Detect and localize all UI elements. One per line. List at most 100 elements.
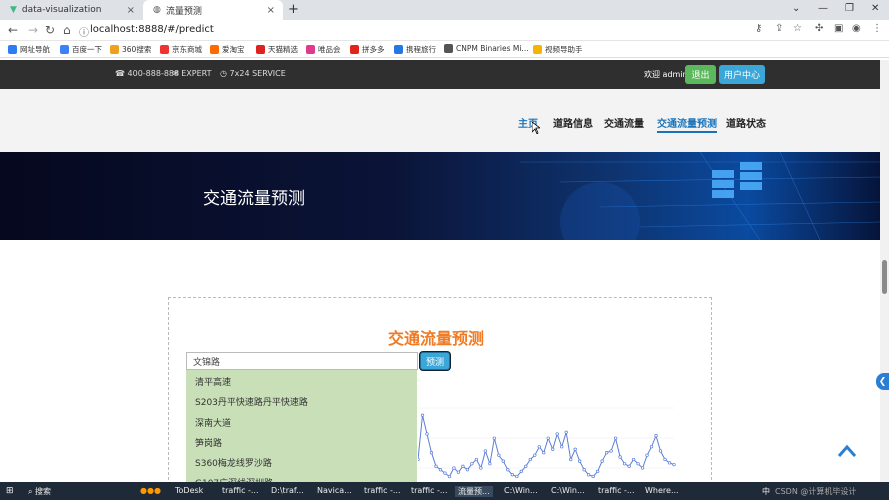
bookmark-item[interactable]: 携程旅行 xyxy=(394,44,436,55)
tab-data-visualization[interactable]: ▼ data-visualization × xyxy=(0,0,143,20)
data-point xyxy=(456,470,461,474)
key-icon[interactable]: ⚷ xyxy=(755,23,762,34)
data-point xyxy=(418,457,420,462)
bookmark-item[interactable]: 爱淘宝 xyxy=(210,44,245,55)
reload-icon[interactable]: ↻ xyxy=(45,23,55,37)
data-point xyxy=(546,436,550,440)
tab-close-icon[interactable]: × xyxy=(267,5,275,16)
suggestion-item[interactable]: S203丹平快速路丹平快速路 xyxy=(195,395,308,408)
tab-title: data-visualization xyxy=(21,5,102,15)
profile-icon[interactable]: ◉ xyxy=(852,23,861,34)
globe-icon: ◍ xyxy=(153,5,161,15)
predict-button[interactable]: 预测 xyxy=(420,352,450,370)
os-taskbar: ⊞ ⌕ 搜索 ●●● ToDesk traffic -... D:\traf..… xyxy=(0,482,889,500)
taskbar-app[interactable]: C:\Win... xyxy=(504,486,538,495)
back-icon[interactable]: ← xyxy=(8,23,18,37)
taskbar-app[interactable]: ToDesk xyxy=(175,486,203,495)
data-point xyxy=(591,474,595,479)
bookmark-item[interactable]: 拼多多 xyxy=(350,44,385,55)
data-point xyxy=(595,469,600,474)
maximize-button[interactable]: ❐ xyxy=(845,3,854,14)
data-point xyxy=(461,464,465,468)
phone-contact: ☎ 400-888-888 xyxy=(115,69,180,78)
road-search-input[interactable]: 文锦路 xyxy=(186,352,418,370)
taskbar-search[interactable]: ⌕ 搜索 xyxy=(28,486,51,497)
bookmark-item[interactable]: 360搜索 xyxy=(110,44,151,55)
data-point xyxy=(578,459,582,463)
url-field[interactable]: localhost:8888/#/predict xyxy=(90,24,214,35)
clock-icon: ◷ xyxy=(220,69,227,78)
data-point xyxy=(515,474,519,479)
mail-contact: ✉ EXPERT xyxy=(172,69,212,78)
bookmark-item[interactable]: CNPM Binaries Mi... xyxy=(444,44,529,53)
bookmark-item[interactable]: 天猫精选 xyxy=(256,44,298,55)
scrollbar-thumb[interactable] xyxy=(882,260,887,294)
data-point xyxy=(501,459,505,463)
data-point xyxy=(474,457,479,462)
bookmark-item[interactable]: 京东商城 xyxy=(160,44,202,55)
data-point xyxy=(506,468,510,472)
back-to-top-icon[interactable] xyxy=(837,443,857,459)
home-icon[interactable]: ⌂ xyxy=(63,23,71,37)
data-point xyxy=(636,462,640,466)
bookmarks-bar: 网址导航 百度一下 360搜索 京东商城 爱淘宝 天猫精选 唯品会 拼多多 携程… xyxy=(0,41,889,58)
nav-road-info[interactable]: 道路信息 xyxy=(553,115,593,130)
suggestion-item[interactable]: 深南大道 xyxy=(195,416,231,429)
phone-icon: ☎ xyxy=(115,69,125,78)
logout-button[interactable]: 退出 xyxy=(685,65,716,84)
taskbar-app[interactable]: D:\traf... xyxy=(271,486,304,495)
data-point xyxy=(524,464,528,468)
info-icon[interactable]: ⓘ xyxy=(79,24,89,39)
taskbar-app[interactable]: Where... xyxy=(645,486,679,495)
ime-indicator[interactable]: 中 xyxy=(762,486,770,497)
bookmark-icon xyxy=(210,45,219,54)
tab-close-icon[interactable]: × xyxy=(127,5,135,16)
prediction-line-chart xyxy=(418,407,676,479)
suggestion-item[interactable]: 清平高速 xyxy=(195,375,231,388)
data-point xyxy=(542,451,546,455)
taskbar-app-active[interactable]: 流量预... xyxy=(455,486,493,497)
taskbar-app[interactable]: traffic -... xyxy=(411,486,448,495)
nav-road-status[interactable]: 道路状态 xyxy=(726,115,766,130)
taskbar-app[interactable]: traffic -... xyxy=(364,486,401,495)
bookmark-icon xyxy=(60,45,69,54)
taskbar-app[interactable]: traffic -... xyxy=(222,486,259,495)
circuit-graphic xyxy=(520,152,880,240)
tab-title: 流量预测 xyxy=(165,6,202,17)
data-point xyxy=(537,445,541,449)
extensions-icon[interactable]: ✣ xyxy=(815,23,823,34)
chevron-left-icon[interactable]: ❮ xyxy=(876,373,889,390)
minimize-button[interactable]: — xyxy=(818,3,828,14)
taskbar-app[interactable]: traffic -... xyxy=(598,486,635,495)
data-point xyxy=(663,457,667,462)
forward-icon[interactable]: → xyxy=(28,23,38,37)
new-tab-button[interactable]: + xyxy=(288,2,299,17)
data-point xyxy=(447,474,452,479)
share-icon[interactable]: ⇪ xyxy=(775,23,783,34)
taskbar-app[interactable]: C:\Win... xyxy=(551,486,585,495)
banner-title: 交通流量预测 xyxy=(203,189,305,209)
mouse-cursor-icon xyxy=(532,122,540,134)
tab-predict[interactable]: ◍ 流量预测 × xyxy=(143,0,283,20)
close-window-button[interactable]: ✕ xyxy=(871,3,879,14)
bookmark-item[interactable]: 唯品会 xyxy=(306,44,341,55)
bookmark-item[interactable]: 网址导航 xyxy=(8,44,50,55)
user-center-button[interactable]: 用户中心 xyxy=(719,65,765,84)
taskbar-app[interactable]: Navica... xyxy=(317,486,352,495)
windows-start-icon[interactable]: ⊞ xyxy=(6,486,14,496)
vue-logo-icon: ▼ xyxy=(10,5,17,15)
page-scrollbar[interactable] xyxy=(880,60,889,482)
star-icon[interactable]: ☆ xyxy=(793,23,802,34)
menu-icon[interactable]: ⋮ xyxy=(872,23,882,34)
suggestion-item[interactable]: 笋岗路 xyxy=(195,436,222,449)
nav-traffic-prediction[interactable]: 交通流量预测 xyxy=(657,115,717,133)
bookmark-item[interactable]: 百度一下 xyxy=(60,44,102,55)
data-point xyxy=(560,445,564,449)
suggestion-item[interactable]: S360梅龙线罗沙路 xyxy=(195,456,272,469)
data-point xyxy=(465,468,470,472)
nav-traffic-flow[interactable]: 交通流量 xyxy=(604,115,644,130)
bookmark-item[interactable]: 视频导助手 xyxy=(533,44,583,55)
data-point xyxy=(573,447,577,451)
sidebar-icon[interactable]: ▣ xyxy=(834,23,843,34)
tab-search-icon[interactable]: ⌄ xyxy=(792,3,800,14)
